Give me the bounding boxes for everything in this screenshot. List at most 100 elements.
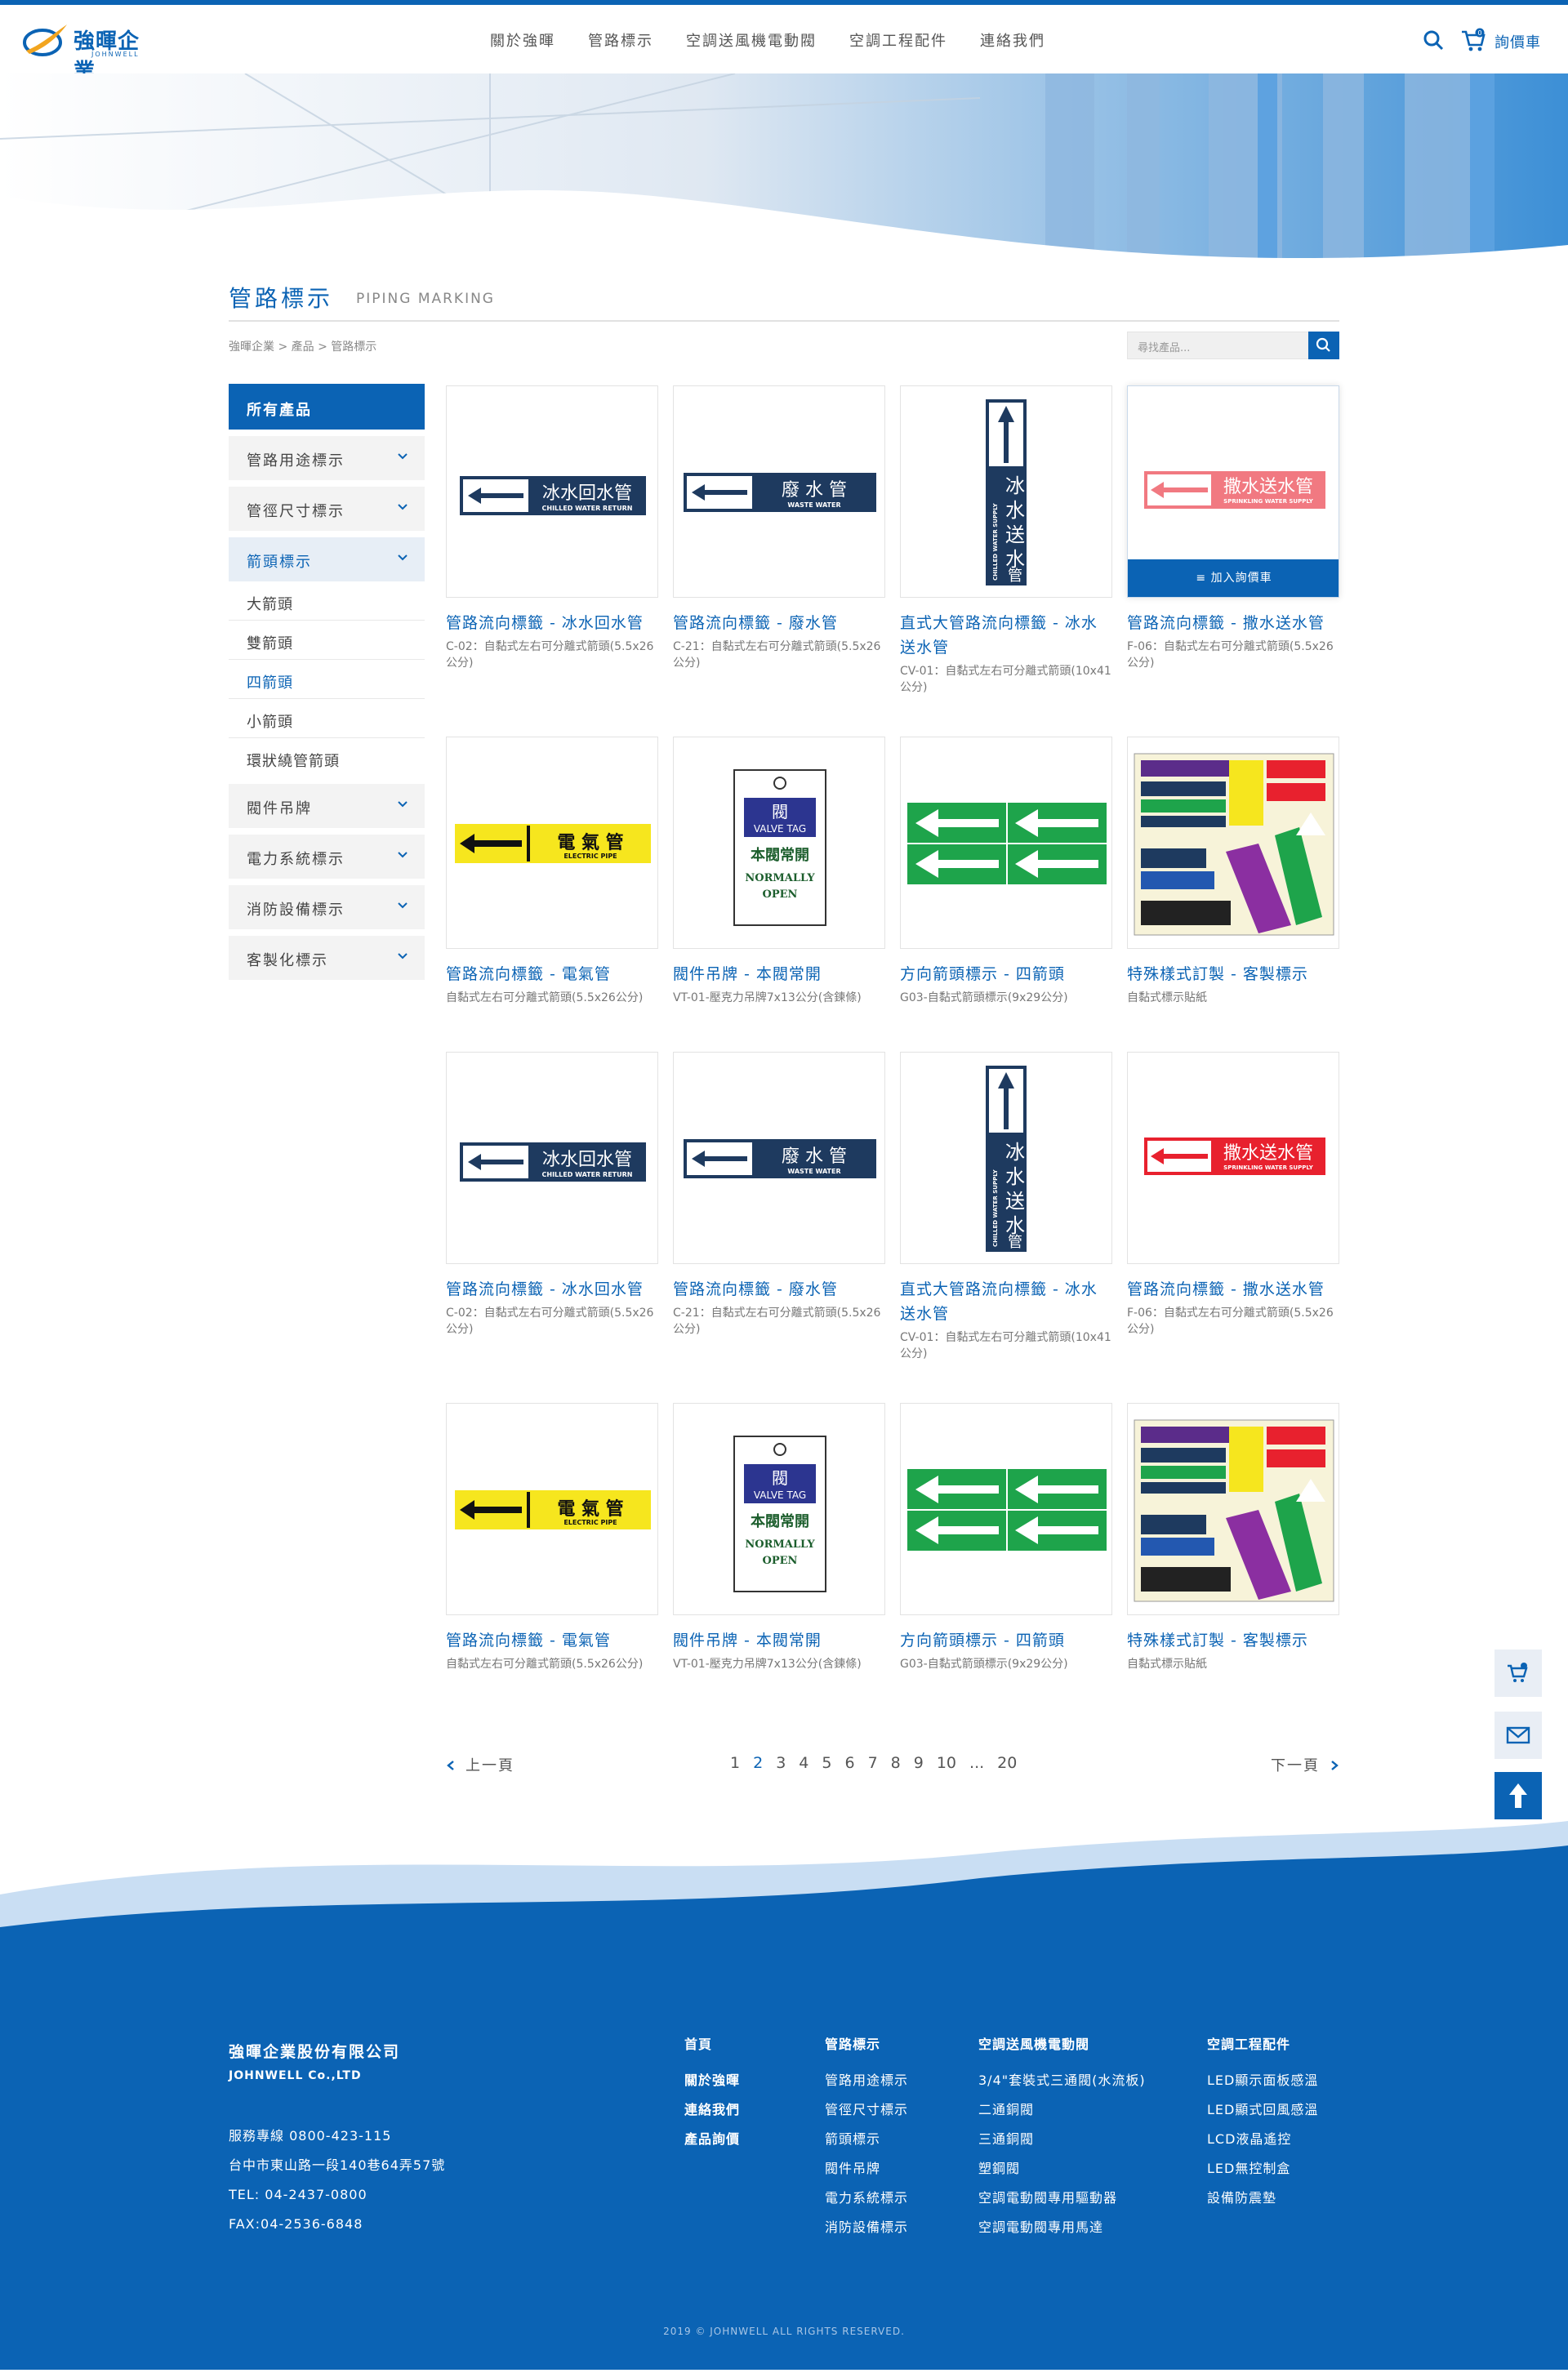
footer-link[interactable]: LCD液晶遙控: [1207, 2125, 1318, 2154]
product-card[interactable]: 閥 VALVE TAG 本閥常開 NORMALLY OPEN 閥件吊牌 - 本閥…: [673, 1403, 885, 1672]
search-icon[interactable]: [1423, 29, 1444, 51]
product-name[interactable]: 直式大管路流向標籤 - 冰水送水管: [900, 611, 1112, 660]
product-card[interactable]: 特殊樣式訂製 - 客製標示 自黏式標示貼紙: [1127, 737, 1339, 1006]
page-number[interactable]: 20: [997, 1754, 1017, 1772]
product-name[interactable]: 管路流向標籤 - 冰水回水管: [446, 1277, 658, 1302]
product-name[interactable]: 管路流向標籤 - 電氣管: [446, 962, 658, 986]
footer-link[interactable]: 3/4"套裝式三通閥(水流板): [978, 2066, 1146, 2095]
footer-col-heading[interactable]: 空調工程配件: [1207, 2037, 1318, 2053]
product-image[interactable]: 撒水送水管 SPRINKLING WATER SUPPLY: [1127, 1052, 1339, 1264]
floating-mail-button[interactable]: [1494, 1712, 1542, 1759]
footer-link[interactable]: 二通銅閥: [978, 2095, 1146, 2125]
sidebar-item-valve-tags[interactable]: 閥件吊牌: [229, 784, 425, 828]
product-name[interactable]: 管路流向標籤 - 冰水回水管: [446, 611, 658, 635]
product-card[interactable]: 冰 水 送 水 管 CHILLED WATER SUPPLY 直式大管路流向標籤…: [900, 1052, 1112, 1362]
product-card[interactable]: 撒水送水管 SPRINKLING WATER SUPPLY ≡ 加入詢價車 管路…: [1127, 385, 1339, 671]
product-name[interactable]: 管路流向標籤 - 電氣管: [446, 1628, 658, 1653]
nav-hvac-accessories[interactable]: 空調工程配件: [849, 29, 947, 54]
product-name[interactable]: 特殊樣式訂製 - 客製標示: [1127, 1628, 1339, 1653]
footer-link[interactable]: 設備防震墊: [1207, 2184, 1318, 2213]
product-card[interactable]: 廢 水 管 WASTE WATER 管路流向標籤 - 廢水管 C-21：自黏式左…: [673, 1052, 885, 1338]
add-to-quote-button[interactable]: ≡ 加入詢價車: [1128, 559, 1339, 597]
sidebar-item-custom[interactable]: 客製化標示: [229, 936, 425, 980]
footer-link-about[interactable]: 關於強暉: [684, 2066, 740, 2095]
product-card[interactable]: 冰水回水管 CHILLED WATER RETURN 管路流向標籤 - 冰水回水…: [446, 385, 658, 671]
footer-link[interactable]: 空調電動閥專用馬達: [978, 2213, 1146, 2242]
product-name[interactable]: 方向箭頭標示 - 四箭頭: [900, 1628, 1112, 1653]
sidebar-item-power[interactable]: 電力系統標示: [229, 835, 425, 879]
product-image[interactable]: 閥 VALVE TAG 本閥常開 NORMALLY OPEN: [673, 737, 885, 949]
product-card[interactable]: 廢 水 管 WASTE WATER 管路流向標籤 - 廢水管 C-21：自黏式左…: [673, 385, 885, 671]
floating-cart-button[interactable]: [1494, 1650, 1542, 1697]
product-name[interactable]: 方向箭頭標示 - 四箭頭: [900, 962, 1112, 986]
footer-col-heading[interactable]: 管路標示: [825, 2037, 908, 2053]
prev-page-button[interactable]: 上一頁: [446, 1754, 514, 1775]
footer-link[interactable]: LED顯式回風感溫: [1207, 2095, 1318, 2125]
nav-contact[interactable]: 連絡我們: [980, 29, 1045, 54]
footer-col-heading[interactable]: 空調送風機電動閥: [978, 2037, 1146, 2053]
page-number[interactable]: 9: [914, 1754, 924, 1772]
product-image[interactable]: 冰水回水管 CHILLED WATER RETURN: [446, 1052, 658, 1264]
product-name[interactable]: 閥件吊牌 - 本閥常開: [673, 1628, 885, 1653]
product-image[interactable]: 冰 水 送 水 管 CHILLED WATER SUPPLY: [900, 385, 1112, 598]
product-card[interactable]: 電 氣 管 ELECTRIC PIPE 管路流向標籤 - 電氣管 自黏式左右可分…: [446, 737, 658, 1006]
product-card[interactable]: 特殊樣式訂製 - 客製標示 自黏式標示貼紙: [1127, 1403, 1339, 1672]
nav-about[interactable]: 關於強暉: [490, 29, 555, 54]
sidebar-sub-large-arrow[interactable]: 大箭頭: [229, 581, 425, 621]
product-name[interactable]: 直式大管路流向標籤 - 冰水送水管: [900, 1277, 1112, 1326]
sidebar-item-fire[interactable]: 消防設備標示: [229, 885, 425, 929]
footer-link[interactable]: 管路用途標示: [825, 2066, 908, 2095]
nav-hvac-valve[interactable]: 空調送風機電動閥: [686, 29, 817, 54]
product-name[interactable]: 閥件吊牌 - 本閥常開: [673, 962, 885, 986]
footer-link[interactable]: LED顯示面板感溫: [1207, 2066, 1318, 2095]
cart-icon[interactable]: 0: [1460, 28, 1486, 52]
footer-link[interactable]: 閥件吊牌: [825, 2154, 908, 2184]
product-image[interactable]: 冰水回水管 CHILLED WATER RETURN: [446, 385, 658, 598]
sidebar-sub-double-arrow[interactable]: 雙箭頭: [229, 621, 425, 660]
product-image[interactable]: [1127, 1403, 1339, 1615]
product-image[interactable]: 廢 水 管 WASTE WATER: [673, 385, 885, 598]
sidebar-all-products[interactable]: 所有產品: [229, 384, 425, 430]
footer-link-contact[interactable]: 連絡我們: [684, 2095, 740, 2125]
product-card[interactable]: 冰水回水管 CHILLED WATER RETURN 管路流向標籤 - 冰水回水…: [446, 1052, 658, 1338]
cart-label[interactable]: 詢價車: [1494, 31, 1541, 52]
product-name[interactable]: 管路流向標籤 - 廢水管: [673, 1277, 885, 1302]
page-number[interactable]: 10: [937, 1754, 956, 1772]
product-search-input[interactable]: 尋找產品...: [1127, 332, 1310, 359]
product-image[interactable]: [1127, 737, 1339, 949]
product-image[interactable]: 廢 水 管 WASTE WATER: [673, 1052, 885, 1264]
footer-link[interactable]: 管徑尺寸標示: [825, 2095, 908, 2125]
footer-link[interactable]: LED無控制盒: [1207, 2154, 1318, 2184]
page-number[interactable]: 1: [730, 1754, 740, 1772]
product-image[interactable]: 電 氣 管 ELECTRIC PIPE: [446, 737, 658, 949]
breadcrumb[interactable]: 強暉企業 > 產品 > 管路標示: [229, 338, 376, 354]
page-number[interactable]: 2: [753, 1754, 763, 1772]
footer-link[interactable]: 三通銅閥: [978, 2125, 1146, 2154]
product-card[interactable]: 方向箭頭標示 - 四箭頭 G03-自黏式箭頭標示(9x29公分): [900, 1403, 1112, 1672]
product-name[interactable]: 管路流向標籤 - 廢水管: [673, 611, 885, 635]
footer-link[interactable]: 電力系統標示: [825, 2184, 908, 2213]
footer-link-home[interactable]: 首頁: [684, 2037, 740, 2053]
footer-link[interactable]: 空調電動閥專用驅動器: [978, 2184, 1146, 2213]
footer-link[interactable]: 箭頭標示: [825, 2125, 908, 2154]
footer-link[interactable]: 塑鋼閥: [978, 2154, 1146, 2184]
sidebar-item-arrows[interactable]: 箭頭標示: [229, 537, 425, 581]
sidebar-sub-four-arrow[interactable]: 四箭頭: [229, 660, 425, 699]
page-number[interactable]: 3: [776, 1754, 786, 1772]
page-number[interactable]: 6: [844, 1754, 854, 1772]
sidebar-item-usage[interactable]: 管路用途標示: [229, 436, 425, 480]
product-search-button[interactable]: [1308, 332, 1339, 359]
product-name[interactable]: 管路流向標籤 - 撒水送水管: [1127, 1277, 1339, 1302]
product-name[interactable]: 特殊樣式訂製 - 客製標示: [1127, 962, 1339, 986]
next-page-button[interactable]: 下一頁: [1271, 1754, 1339, 1775]
product-image[interactable]: [900, 1403, 1112, 1615]
product-card[interactable]: 冰 水 送 水 管 CHILLED WATER SUPPLY 直式大管路流向標籤…: [900, 385, 1112, 696]
product-image[interactable]: 閥 VALVE TAG 本閥常開 NORMALLY OPEN: [673, 1403, 885, 1615]
page-number[interactable]: 7: [868, 1754, 878, 1772]
page-number[interactable]: 8: [891, 1754, 901, 1772]
page-number[interactable]: 5: [822, 1754, 831, 1772]
product-card[interactable]: 閥 VALVE TAG 本閥常開 NORMALLY OPEN 閥件吊牌 - 本閥…: [673, 737, 885, 1006]
logo[interactable]: 強暉企業 JOHNWELL: [21, 21, 160, 84]
page-number[interactable]: 4: [799, 1754, 808, 1772]
back-to-top-button[interactable]: [1494, 1772, 1542, 1819]
